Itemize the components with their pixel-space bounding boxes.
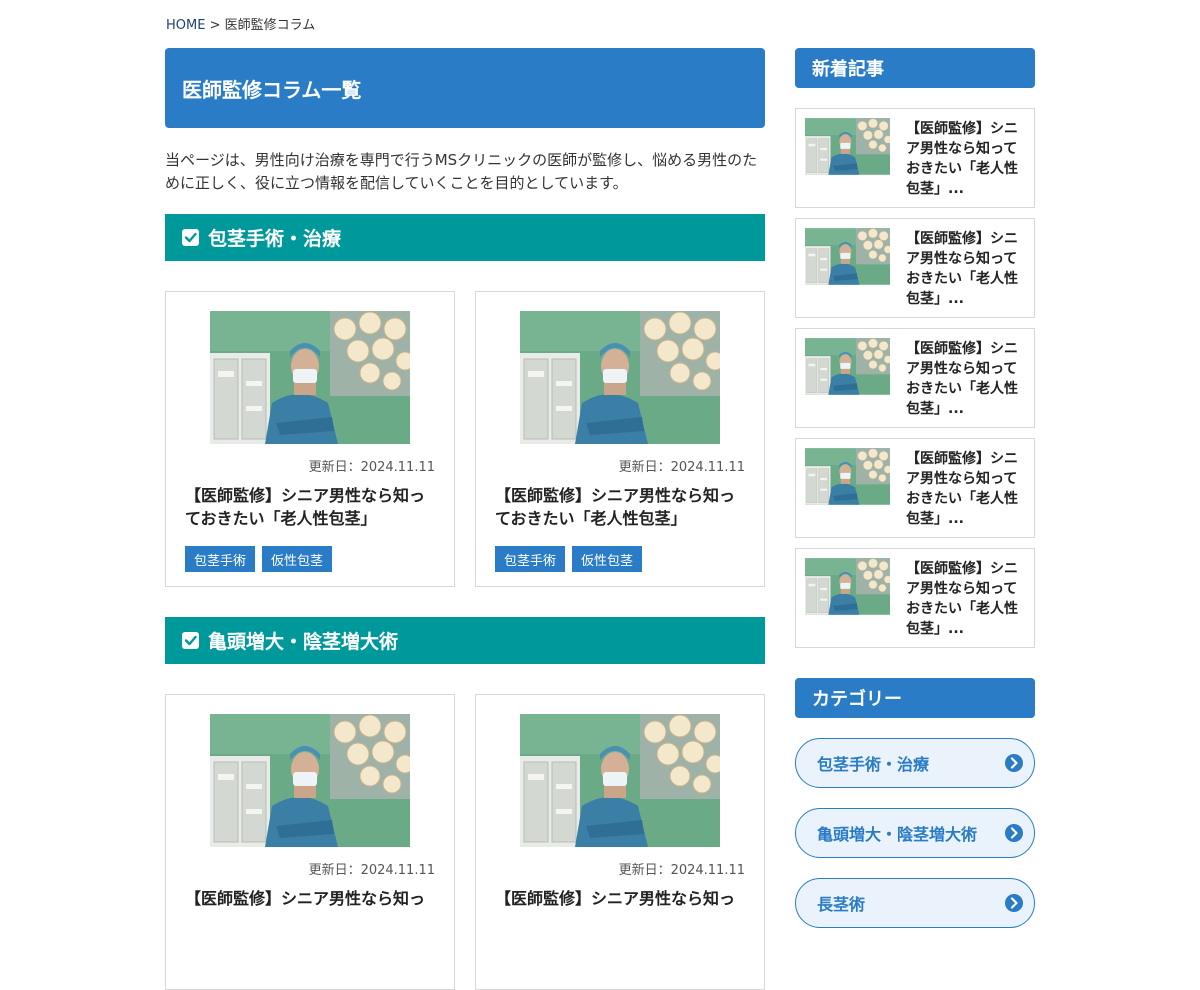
new-articles-heading: 新着記事 [795, 48, 1035, 88]
article-date: 更新日：2024.11.11 [618, 460, 745, 475]
section-title: 包茎手術・治療 [208, 228, 342, 250]
article-date: 更新日：2024.11.11 [618, 863, 745, 878]
new-article-thumbnail[interactable] [805, 558, 890, 615]
new-article-thumbnail[interactable] [805, 338, 890, 395]
new-article-thumbnail[interactable] [805, 228, 890, 285]
tag-link[interactable]: 仮性包茎 [572, 546, 643, 572]
chevron-circle-right-icon [1005, 824, 1023, 842]
article-title[interactable]: 【医師監修】シニア男性なら知っておきたい「老人性包茎」 [185, 484, 435, 530]
article-thumbnail[interactable] [520, 714, 720, 847]
category-label: 長茎術 [817, 895, 866, 914]
new-article-item[interactable]: 【医師監修】シニア男性なら知っておきたい「老人性包茎」... [795, 548, 1035, 648]
new-article-item[interactable]: 【医師監修】シニア男性なら知っておきたい「老人性包茎」... [795, 328, 1035, 428]
category-link-enlargement[interactable]: 亀頭増大・陰茎増大術 [795, 808, 1035, 858]
article-card-grid: 更新日：2024.11.11 【医師監修】シニア男性なら知っ 更新日：2024.… [165, 694, 765, 990]
new-article-thumbnail[interactable] [805, 448, 890, 505]
category-link-lengthening[interactable]: 長茎術 [795, 878, 1035, 928]
article-thumbnail[interactable] [520, 311, 720, 444]
article-thumbnail[interactable] [210, 714, 410, 847]
article-card[interactable]: 更新日：2024.11.11 【医師監修】シニア男性なら知っておきたい「老人性包… [165, 291, 455, 587]
article-title[interactable]: 【医師監修】シニア男性なら知っておきたい「老人性包茎」 [495, 484, 745, 530]
check-square-icon [182, 229, 199, 246]
new-article-title[interactable]: 【医師監修】シニア男性なら知っておきたい「老人性包茎」... [906, 229, 1025, 317]
section-heading-enlargement: 亀頭増大・陰茎増大術 [165, 617, 765, 664]
article-tags: 包茎手術 仮性包茎 [495, 546, 745, 572]
breadcrumb-current: 医師監修コラム [224, 18, 316, 33]
check-square-icon [182, 632, 199, 649]
new-article-thumbnail[interactable] [805, 118, 890, 175]
section-title: 亀頭増大・陰茎増大術 [208, 631, 399, 653]
new-articles-list: 【医師監修】シニア男性なら知っておきたい「老人性包茎」... 【医師監修】シニア… [795, 108, 1035, 648]
article-card-grid: 更新日：2024.11.11 【医師監修】シニア男性なら知っておきたい「老人性包… [165, 291, 765, 587]
article-card[interactable]: 更新日：2024.11.11 【医師監修】シニア男性なら知っ [165, 694, 455, 990]
category-heading: カテゴリー [795, 678, 1035, 718]
breadcrumb-home-link[interactable]: HOME [166, 18, 205, 33]
article-title[interactable]: 【医師監修】シニア男性なら知っ [495, 887, 745, 910]
new-articles-title: 新着記事 [812, 59, 884, 80]
intro-text: 当ページは、男性向け治療を専門で行うMSクリニックの医師が監修し、悩める男性のた… [165, 151, 758, 192]
breadcrumb: HOME > 医師監修コラム [166, 14, 315, 33]
page-title-banner: 医師監修コラム一覧 [165, 48, 765, 128]
article-card[interactable]: 更新日：2024.11.11 【医師監修】シニア男性なら知っておきたい「老人性包… [475, 291, 765, 587]
chevron-circle-right-icon [1005, 894, 1023, 912]
page-title: 医師監修コラム一覧 [182, 77, 362, 102]
new-article-title[interactable]: 【医師監修】シニア男性なら知っておきたい「老人性包茎」... [906, 449, 1025, 537]
section-heading-phimosis: 包茎手術・治療 [165, 214, 765, 261]
category-label: 亀頭増大・陰茎増大術 [817, 825, 978, 844]
article-title[interactable]: 【医師監修】シニア男性なら知っ [185, 887, 435, 910]
new-article-title[interactable]: 【医師監修】シニア男性なら知っておきたい「老人性包茎」... [906, 559, 1025, 647]
new-article-title[interactable]: 【医師監修】シニア男性なら知っておきたい「老人性包茎」... [906, 119, 1025, 207]
new-article-item[interactable]: 【医師監修】シニア男性なら知っておきたい「老人性包茎」... [795, 218, 1035, 318]
tag-link[interactable]: 仮性包茎 [262, 546, 333, 572]
new-article-item[interactable]: 【医師監修】シニア男性なら知っておきたい「老人性包茎」... [795, 438, 1035, 538]
article-tags: 包茎手術 仮性包茎 [185, 546, 435, 572]
category-label: 包茎手術・治療 [817, 755, 930, 774]
main-content: 医師監修コラム一覧 当ページは、男性向け治療を専門で行うMSクリニックの医師が監… [165, 48, 765, 990]
breadcrumb-separator: > [205, 18, 225, 33]
article-date: 更新日：2024.11.11 [308, 863, 435, 878]
tag-link[interactable]: 包茎手術 [495, 546, 566, 572]
chevron-circle-right-icon [1005, 754, 1023, 772]
article-card[interactable]: 更新日：2024.11.11 【医師監修】シニア男性なら知っ [475, 694, 765, 990]
new-article-item[interactable]: 【医師監修】シニア男性なら知っておきたい「老人性包茎」... [795, 108, 1035, 208]
tag-link[interactable]: 包茎手術 [185, 546, 256, 572]
sidebar: 新着記事 【医師監修】シニア男性なら知っておきたい「老人性包茎」... 【医師監… [795, 48, 1035, 948]
category-link-phimosis[interactable]: 包茎手術・治療 [795, 738, 1035, 788]
article-thumbnail[interactable] [210, 311, 410, 444]
category-title: カテゴリー [812, 689, 902, 710]
article-date: 更新日：2024.11.11 [308, 460, 435, 475]
new-article-title[interactable]: 【医師監修】シニア男性なら知っておきたい「老人性包茎」... [906, 339, 1025, 427]
